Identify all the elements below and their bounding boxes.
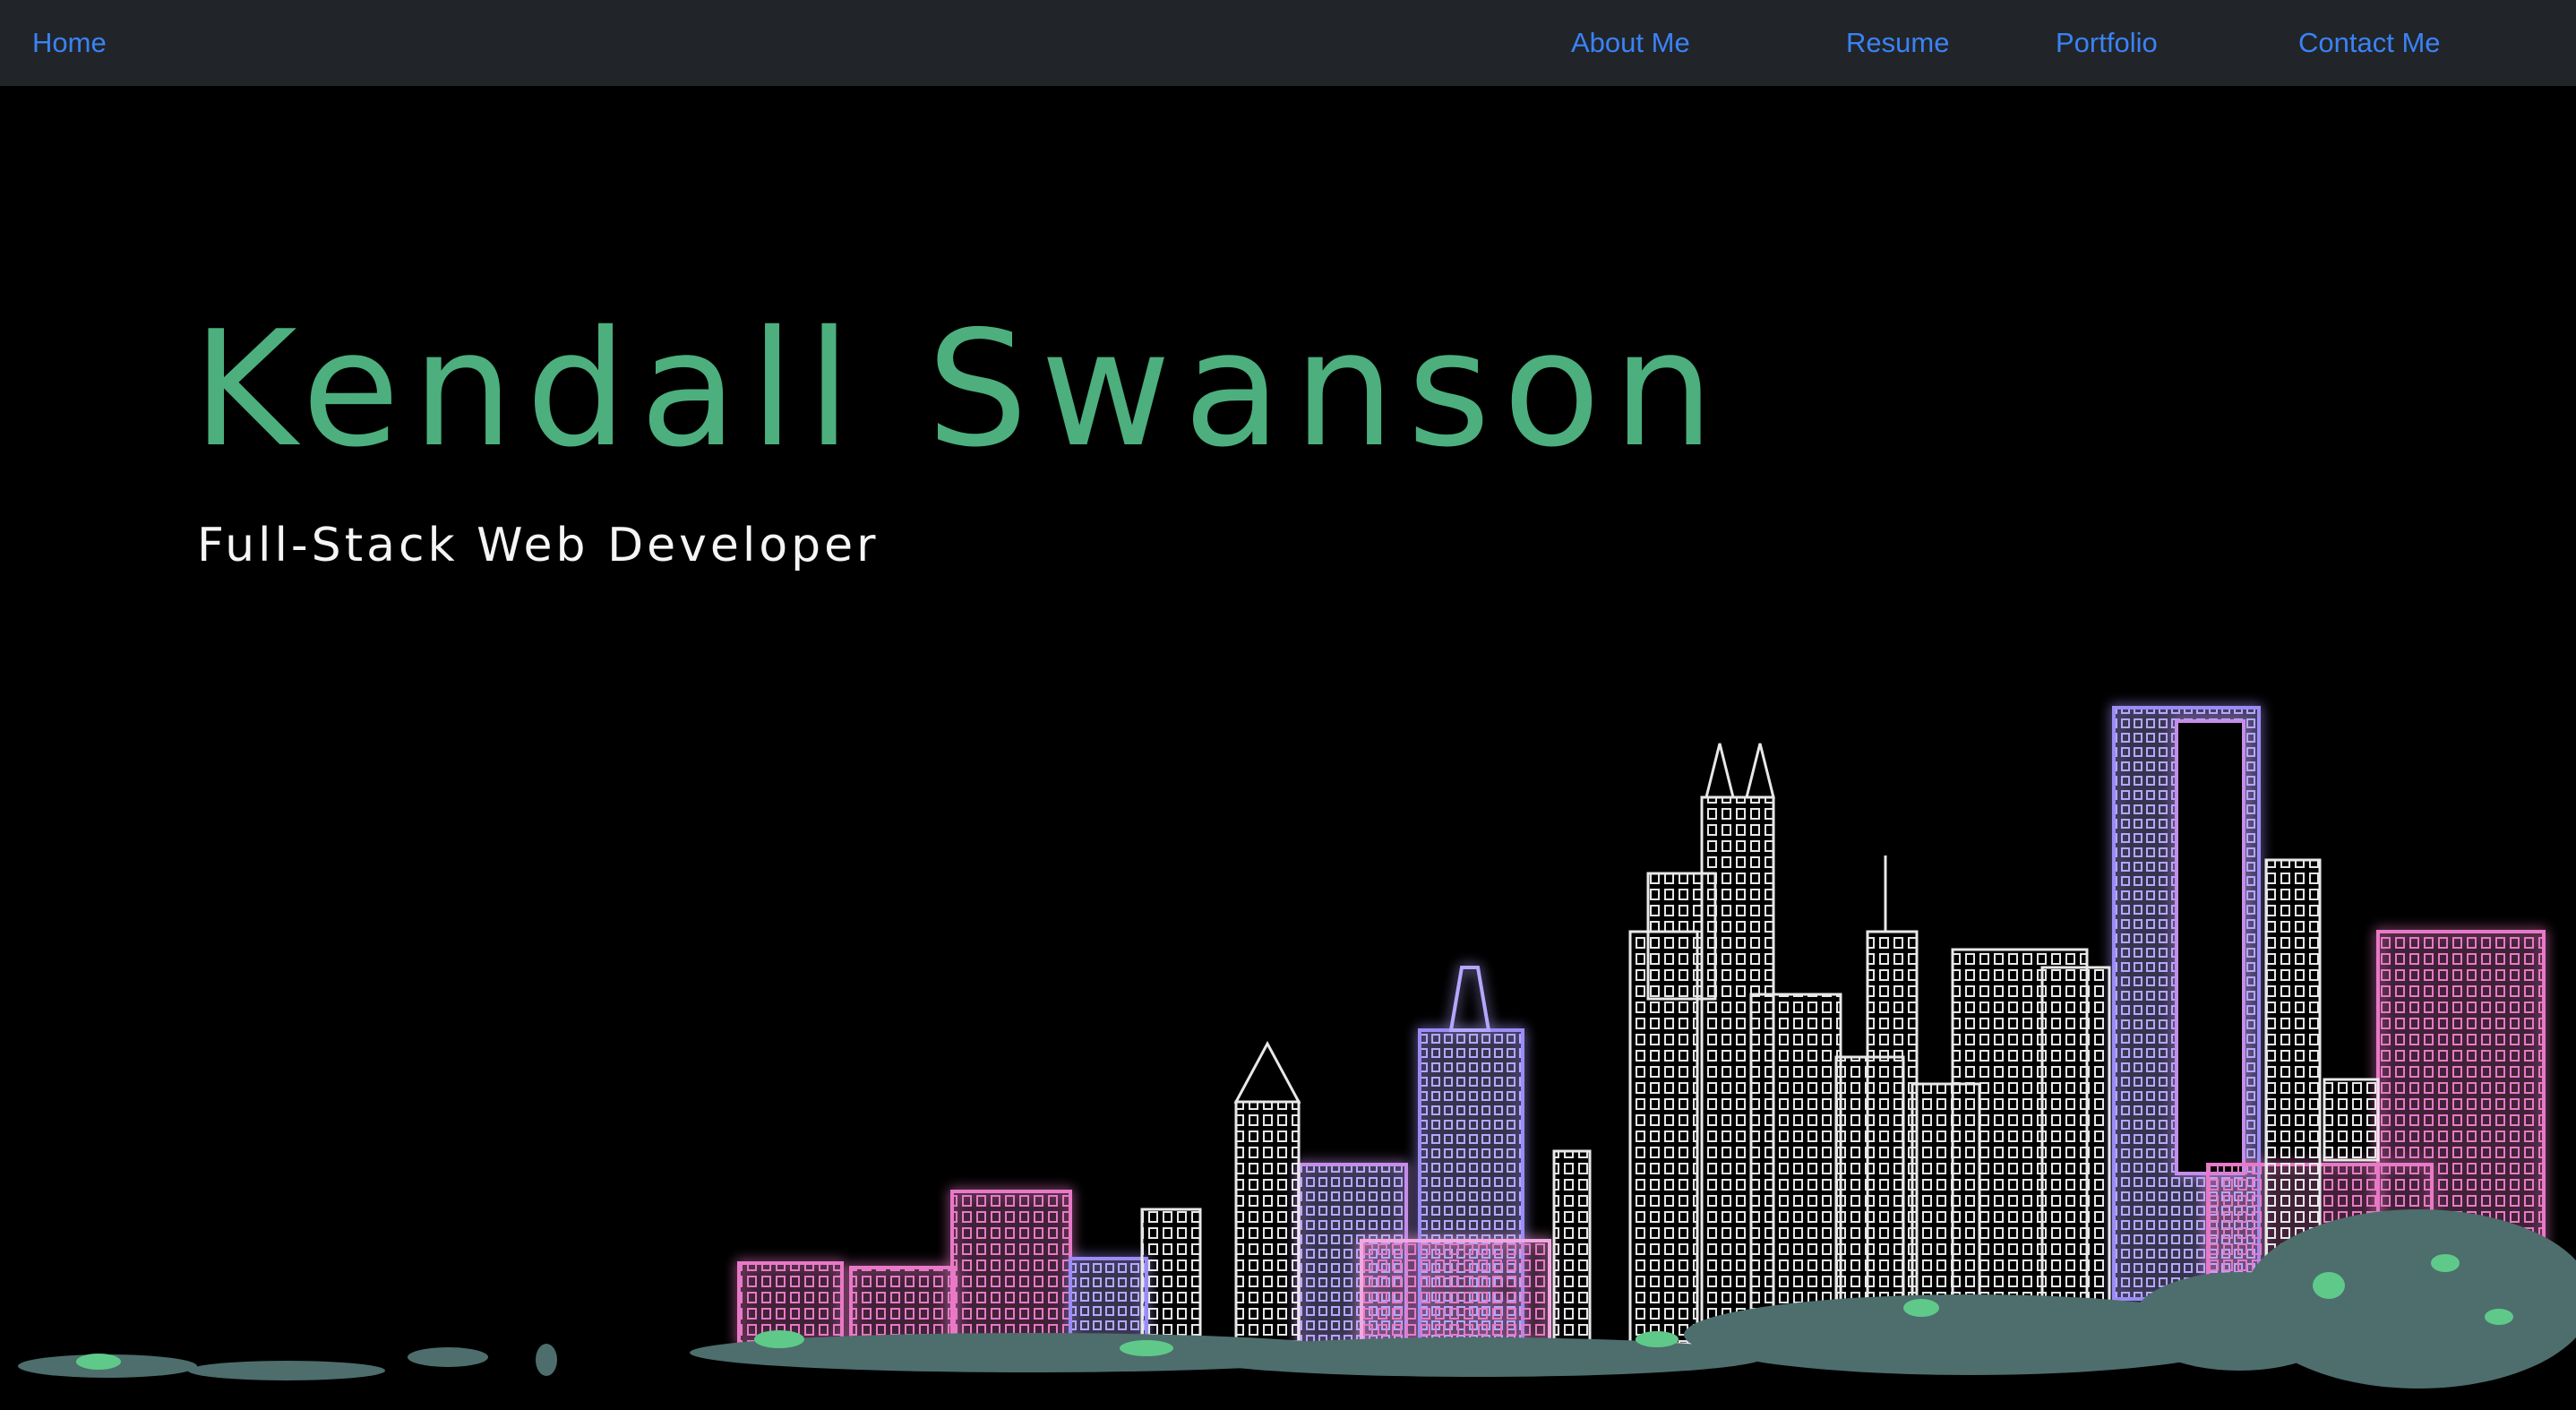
hero-name: Kendall Swanson: [193, 297, 1727, 482]
hero-subtitle: Full-Stack Web Developer: [197, 519, 880, 572]
city-skyline-illustration: [18, 706, 2576, 1389]
nav-link-resume[interactable]: Resume: [1846, 0, 1949, 86]
top-navbar: Home About Me Resume Portfolio Contact M…: [0, 0, 2576, 86]
nav-link-home[interactable]: Home: [32, 0, 107, 86]
nav-link-portfolio[interactable]: Portfolio: [2056, 0, 2158, 86]
nav-link-contact-me[interactable]: Contact Me: [2298, 0, 2441, 86]
nav-link-about-me[interactable]: About Me: [1571, 0, 1690, 86]
